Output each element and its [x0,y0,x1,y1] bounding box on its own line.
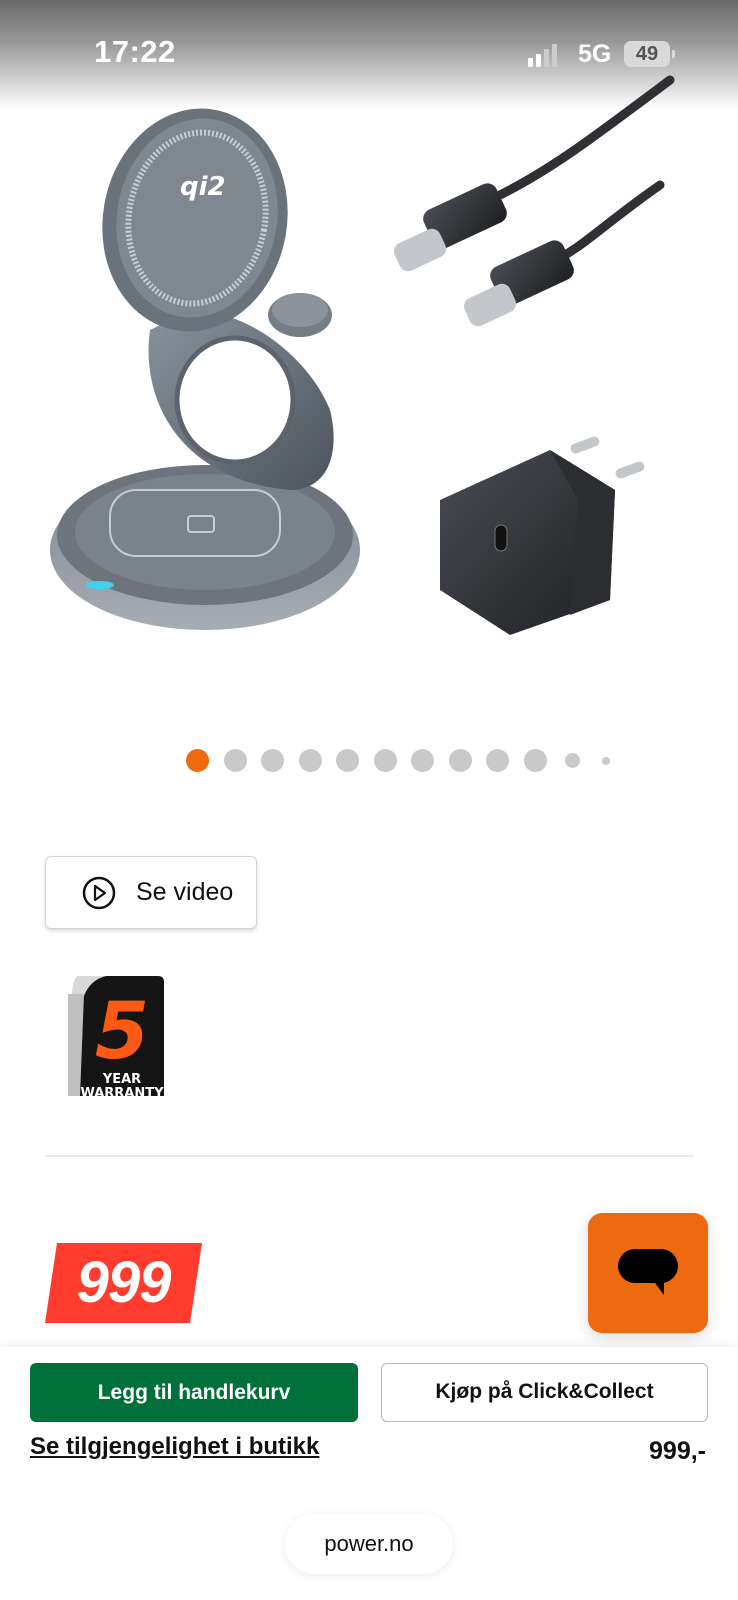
price-badge: 999 [45,1243,202,1323]
video-button[interactable]: Se video [45,856,257,929]
warranty-years: 5 [95,987,149,1077]
carousel-dot[interactable] [298,749,322,772]
carousel-dot[interactable] [565,753,580,768]
battery-icon: 49 [624,41,675,67]
play-icon [82,876,116,909]
price-value: 999 [76,1250,172,1315]
carousel-dot[interactable] [486,749,509,772]
bottom-action-bar: Legg til handlekurv Kjøp på Click&Collec… [0,1347,738,1600]
product-image[interactable]: qi2 [30,70,710,670]
browser-url-bar[interactable]: power.no [285,1514,453,1574]
carousel-dot[interactable] [411,749,434,772]
signal-icon [528,44,557,67]
warranty-badge: 5 YEAR WARRANTY [68,976,164,1096]
chat-bubble-icon [618,1249,678,1295]
carousel-dot[interactable] [261,749,284,772]
carousel-dot[interactable] [336,749,359,772]
svg-text:qi2: qi2 [180,172,226,202]
store-availability-link[interactable]: Se tilgjengelighet i butikk [30,1433,319,1461]
carousel-dot-active[interactable] [186,749,209,772]
status-time: 17:22 [94,34,176,69]
carousel-dots[interactable] [186,749,625,772]
carousel-dot[interactable] [223,749,247,772]
add-to-cart-button[interactable]: Legg til handlekurv [30,1363,358,1422]
section-divider [45,1155,693,1157]
warranty-year-label: YEAR [102,1072,141,1087]
bottom-price: 999,- [649,1437,706,1465]
chat-button[interactable] [588,1213,708,1333]
click-collect-button[interactable]: Kjøp på Click&Collect [381,1363,708,1422]
carousel-dot[interactable] [373,749,397,772]
video-button-label: Se video [136,878,234,906]
carousel-dot[interactable] [523,749,547,772]
network-type: 5G [578,40,612,68]
carousel-dot[interactable] [448,749,472,772]
warranty-text: WARRANTY [80,1086,164,1096]
carousel-dot[interactable] [602,756,610,765]
